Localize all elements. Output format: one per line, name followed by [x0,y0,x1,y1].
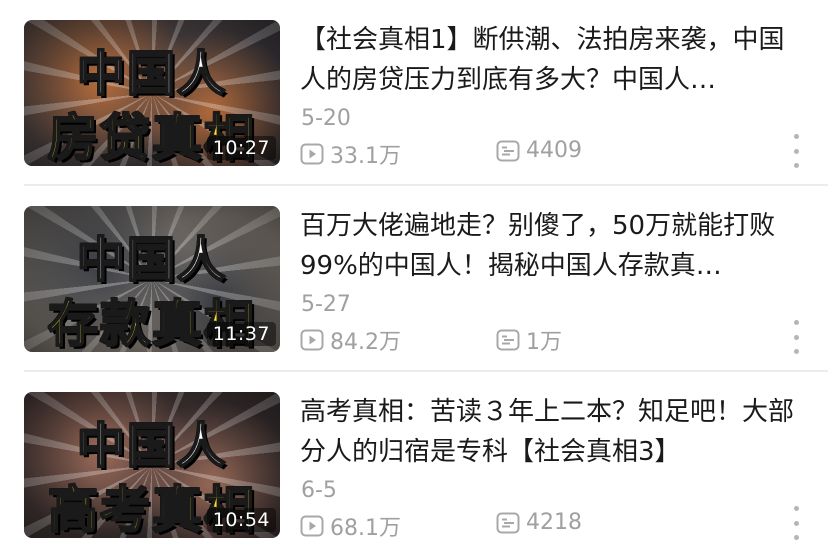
publish-date: 5-20 [301,106,351,131]
video-thumbnail[interactable]: 中国人 房贷真相 10:27 [24,20,280,166]
danmaku-count-value: 4409 [526,138,582,163]
view-count: 33.1万 [300,138,401,170]
video-thumbnail[interactable]: 中国人 存款真相 11:37 [24,206,280,352]
danmaku-count-icon [496,140,520,161]
video-title[interactable]: 高考真相：苦读３年上二本？知足吧！大部分人的归宿是专科【社会真相3】 [300,392,806,472]
video-title[interactable]: 【社会真相1】断供潮、法拍房来袭，中国人的房贷压力到底有多大？中国人… [300,20,806,100]
view-count-value: 68.1万 [330,516,401,541]
publish-date: 6-5 [301,478,337,503]
danmaku-count-icon [496,512,520,533]
video-list: 中国人 房贷真相 10:27 【社会真相1】断供潮、法拍房来袭，中国人的房贷压力… [0,0,828,552]
cover-title-top: 中国人 [76,45,227,103]
duration-badge: 10:27 [206,136,276,160]
danmaku-count: 4409 [496,138,582,163]
duration-badge: 10:54 [206,508,276,532]
video-thumbnail[interactable]: 中国人 高考真相 10:54 [24,392,280,538]
more-vertical-icon[interactable] [788,134,804,168]
view-count: 68.1万 [300,510,401,542]
view-count-value: 84.2万 [330,330,401,355]
video-item[interactable]: 中国人 存款真相 11:37 百万大佬遍地走？别傻了，50万就能打败99%的中国… [0,186,828,370]
more-vertical-icon[interactable] [788,506,804,540]
danmaku-count-icon [496,329,520,351]
video-item[interactable]: 中国人 高考真相 10:54 高考真相：苦读３年上二本？知足吧！大部分人的归宿是… [0,372,828,552]
danmaku-count: 1万 [496,324,562,356]
cover-title-top: 中国人 [76,231,227,289]
view-count: 84.2万 [300,324,401,356]
more-vertical-icon[interactable] [788,320,804,354]
list-divider [24,370,828,372]
danmaku-count: 4218 [496,510,582,535]
view-count-value: 33.1万 [330,144,401,169]
play-count-icon [300,143,324,165]
video-item[interactable]: 中国人 房贷真相 10:27 【社会真相1】断供潮、法拍房来袭，中国人的房贷压力… [0,0,828,184]
duration-badge: 11:37 [206,322,276,346]
list-divider [24,184,828,186]
cover-title-top: 中国人 [76,417,227,475]
play-count-icon [300,329,324,351]
danmaku-count-value: 4218 [526,510,582,535]
play-count-icon [300,515,324,537]
video-title[interactable]: 百万大佬遍地走？别傻了，50万就能打败99%的中国人！揭秘中国人存款真… [300,206,806,286]
publish-date: 5-27 [301,292,351,317]
danmaku-count-value: 1万 [526,330,562,355]
